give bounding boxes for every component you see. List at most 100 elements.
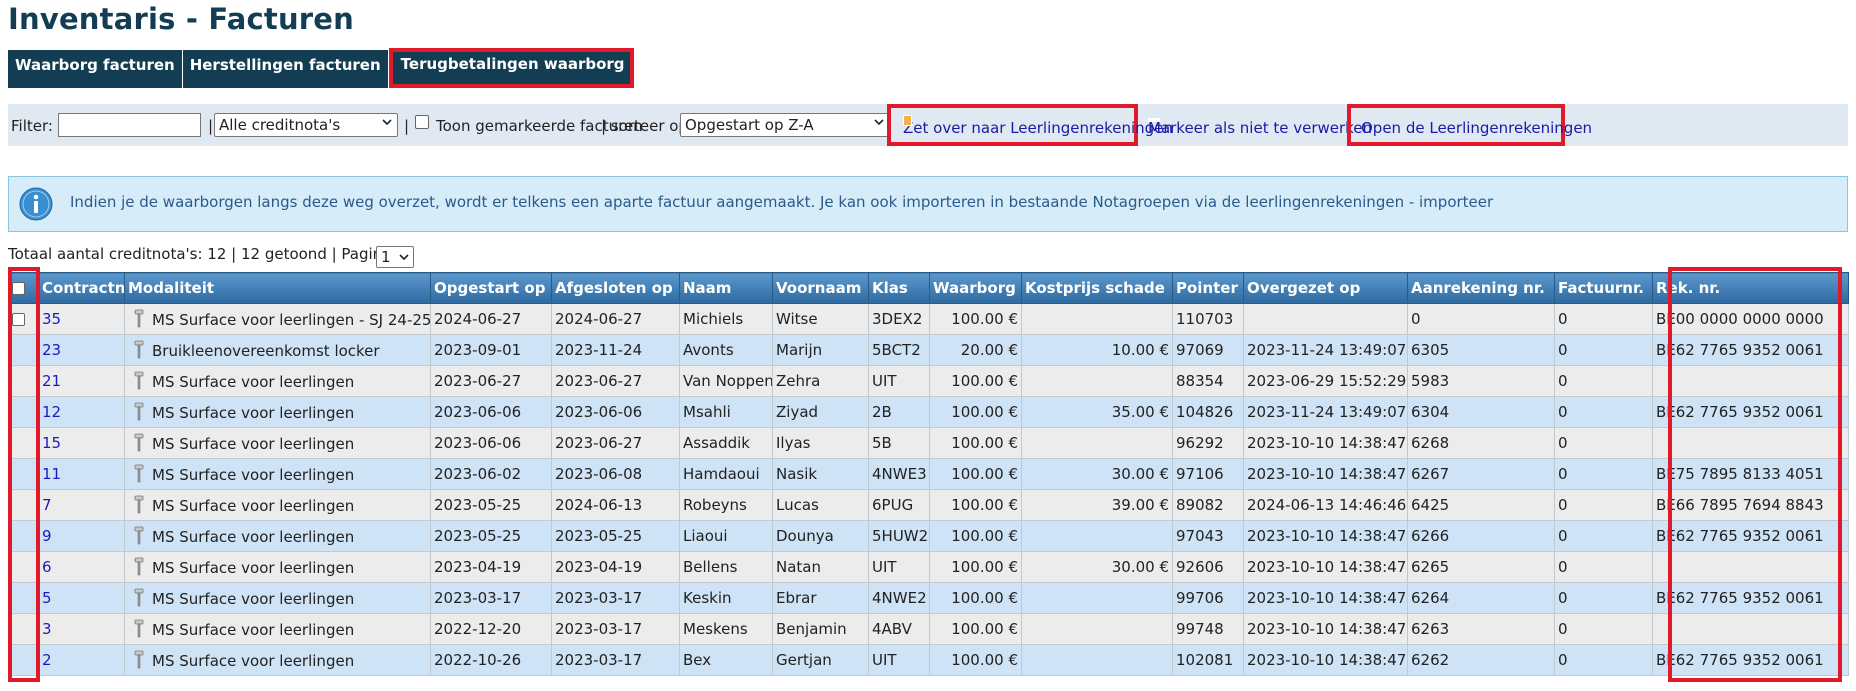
column-header[interactable]: Contractnr. (38, 272, 125, 304)
tab-waarborg-facturen[interactable]: Waarborg facturen (8, 50, 183, 88)
modaliteit-cell: Bruikleenovereenkomst locker (124, 334, 431, 366)
transferred-cell: 2023-10-10 14:38:47 (1243, 613, 1408, 645)
modaliteit-cell: MS Surface voor leerlingen - SJ 24-25 (124, 303, 431, 335)
contract-number-link[interactable]: 2 (42, 651, 52, 669)
tab-terugbetalingen-waarborg[interactable]: Terugbetalingen waarborg (388, 48, 634, 88)
filter-input[interactable] (58, 113, 201, 137)
sort-select[interactable]: Opgestart op Z-A (680, 113, 890, 137)
mark-not-process-button[interactable]: Markeer als niet te verwerken (1144, 104, 1372, 146)
column-header[interactable]: Factuurnr. (1554, 272, 1653, 304)
modaliteit-text: MS Surface voor leerlingen - SJ 24-25 (152, 311, 431, 329)
account-nr-cell (1652, 551, 1849, 583)
contract-number-link[interactable]: 35 (42, 310, 61, 328)
contract-number-link[interactable]: 15 (42, 434, 61, 452)
transfer-to-student-accounts-button[interactable]: Zet over naar Leerlingenrekeningen (887, 104, 1173, 146)
row-select-cell (8, 551, 39, 583)
column-header[interactable]: Afgesloten op (551, 272, 680, 304)
table-header-row: Contractnr. Modaliteit Opgestart op Afge… (8, 272, 1849, 304)
column-header[interactable]: Opgestart op (430, 272, 552, 304)
chevron-down-icon (382, 119, 392, 126)
column-header[interactable]: Waarborg (929, 272, 1022, 304)
end-date-cell: 2023-04-19 (551, 551, 680, 583)
lastname-cell: Michiels (679, 303, 773, 335)
contract-link: 6 (38, 551, 125, 583)
filter-separator: | (208, 117, 214, 135)
account-nr-cell: BE75 7895 8133 4051 (1652, 458, 1849, 490)
charge-nr-cell: 6263 (1407, 613, 1555, 645)
row-select-cell (8, 396, 39, 428)
contract-number-link[interactable]: 6 (42, 558, 52, 576)
open-student-accounts-button[interactable]: Open de Leerlingenrekeningen (1347, 104, 1592, 146)
start-date-cell: 2024-06-27 (430, 303, 552, 335)
column-header[interactable]: Kostprijs schade (1021, 272, 1173, 304)
modaliteit-text: MS Surface voor leerlingen (152, 559, 355, 577)
class-cell: 5BCT2 (868, 334, 930, 366)
info-box: Indien je de waarborgen langs deze weg o… (8, 176, 1848, 232)
firstname-cell: Lucas (772, 489, 869, 521)
column-header[interactable]: Klas (868, 272, 930, 304)
charge-nr-cell: 6266 (1407, 520, 1555, 552)
class-cell: UIT (868, 551, 930, 583)
column-header[interactable]: Voornaam (772, 272, 869, 304)
tab-herstellingen-facturen[interactable]: Herstellingen facturen (182, 50, 389, 88)
row-checkbox[interactable] (12, 313, 25, 326)
contract-number-link[interactable]: 3 (42, 620, 52, 638)
contract-number-link[interactable]: 11 (42, 465, 61, 483)
contract-number-link[interactable]: 7 (42, 496, 52, 514)
column-header[interactable]: Naam (679, 272, 773, 304)
account-nr-cell: BE66 7895 7694 8843 (1652, 489, 1849, 521)
column-header[interactable]: Modaliteit (124, 272, 431, 304)
modaliteit-text: MS Surface voor leerlingen (152, 404, 355, 422)
select-all-checkbox[interactable] (12, 282, 25, 295)
column-header[interactable]: Rek. nr. (1652, 272, 1849, 304)
end-date-cell: 2023-03-17 (551, 644, 680, 676)
row-select-cell (8, 520, 39, 552)
pointer-cell: 102081 (1172, 644, 1244, 676)
chevron-down-icon (874, 119, 884, 126)
firstname-cell: Marijn (772, 334, 869, 366)
firstname-cell: Witse (772, 303, 869, 335)
column-header[interactable]: Pointer (1172, 272, 1244, 304)
chevron-down-icon (399, 254, 409, 261)
column-header[interactable]: Overgezet op (1243, 272, 1408, 304)
charge-nr-cell: 6262 (1407, 644, 1555, 676)
contract-number-link[interactable]: 12 (42, 403, 61, 421)
firstname-cell: Zehra (772, 365, 869, 397)
damage-cost-cell: 39.00 € (1021, 489, 1173, 521)
deposit-cell: 100.00 € (929, 427, 1022, 459)
contract-number-link[interactable]: 9 (42, 527, 52, 545)
contract-number-link[interactable]: 21 (42, 372, 61, 390)
start-date-cell: 2023-06-02 (430, 458, 552, 490)
totals-text: Totaal aantal creditnota's: 12 | 12 geto… (8, 245, 397, 263)
transferred-cell: 2023-10-10 14:38:47 (1243, 427, 1408, 459)
transferred-cell: 2023-10-10 14:38:47 (1243, 551, 1408, 583)
firstname-cell: Ziyad (772, 396, 869, 428)
page-select[interactable]: 1 (376, 246, 414, 268)
show-marked-checkbox[interactable] (415, 115, 429, 129)
damage-cost-cell (1021, 644, 1173, 676)
start-date-cell: 2023-06-06 (430, 396, 552, 428)
invoice-nr-cell: 0 (1554, 613, 1653, 645)
lastname-cell: Meskens (679, 613, 773, 645)
damage-cost-cell: 10.00 € (1021, 334, 1173, 366)
lastname-cell: Hamdaoui (679, 458, 773, 490)
creditnota-select[interactable]: Alle creditnota's (214, 113, 398, 137)
column-header[interactable]: Aanrekening nr. (1407, 272, 1555, 304)
pointer-cell: 110703 (1172, 303, 1244, 335)
contract-number-link[interactable]: 23 (42, 341, 61, 359)
deposit-cell: 100.00 € (929, 551, 1022, 583)
lastname-cell: Avonts (679, 334, 773, 366)
tool-icon (134, 495, 144, 514)
table-row: 12 MS Surface voor leerlingen 2023-06-06 20… (8, 396, 1849, 428)
filter-separator-2: | (404, 117, 410, 135)
invoice-nr-cell: 0 (1554, 644, 1653, 676)
contract-number-link[interactable]: 5 (42, 589, 52, 607)
lastname-cell: Robeyns (679, 489, 773, 521)
modaliteit-text: Bruikleenovereenkomst locker (152, 342, 380, 360)
lastname-cell: Van Noppen (679, 365, 773, 397)
deposit-cell: 100.00 € (929, 613, 1022, 645)
damage-cost-cell: 30.00 € (1021, 458, 1173, 490)
table-row: 35 MS Surface voor leerlingen - SJ 24-25 2… (8, 303, 1849, 335)
deposit-cell: 100.00 € (929, 458, 1022, 490)
table-row: 21 MS Surface voor leerlingen 2023-06-27 20… (8, 365, 1849, 397)
